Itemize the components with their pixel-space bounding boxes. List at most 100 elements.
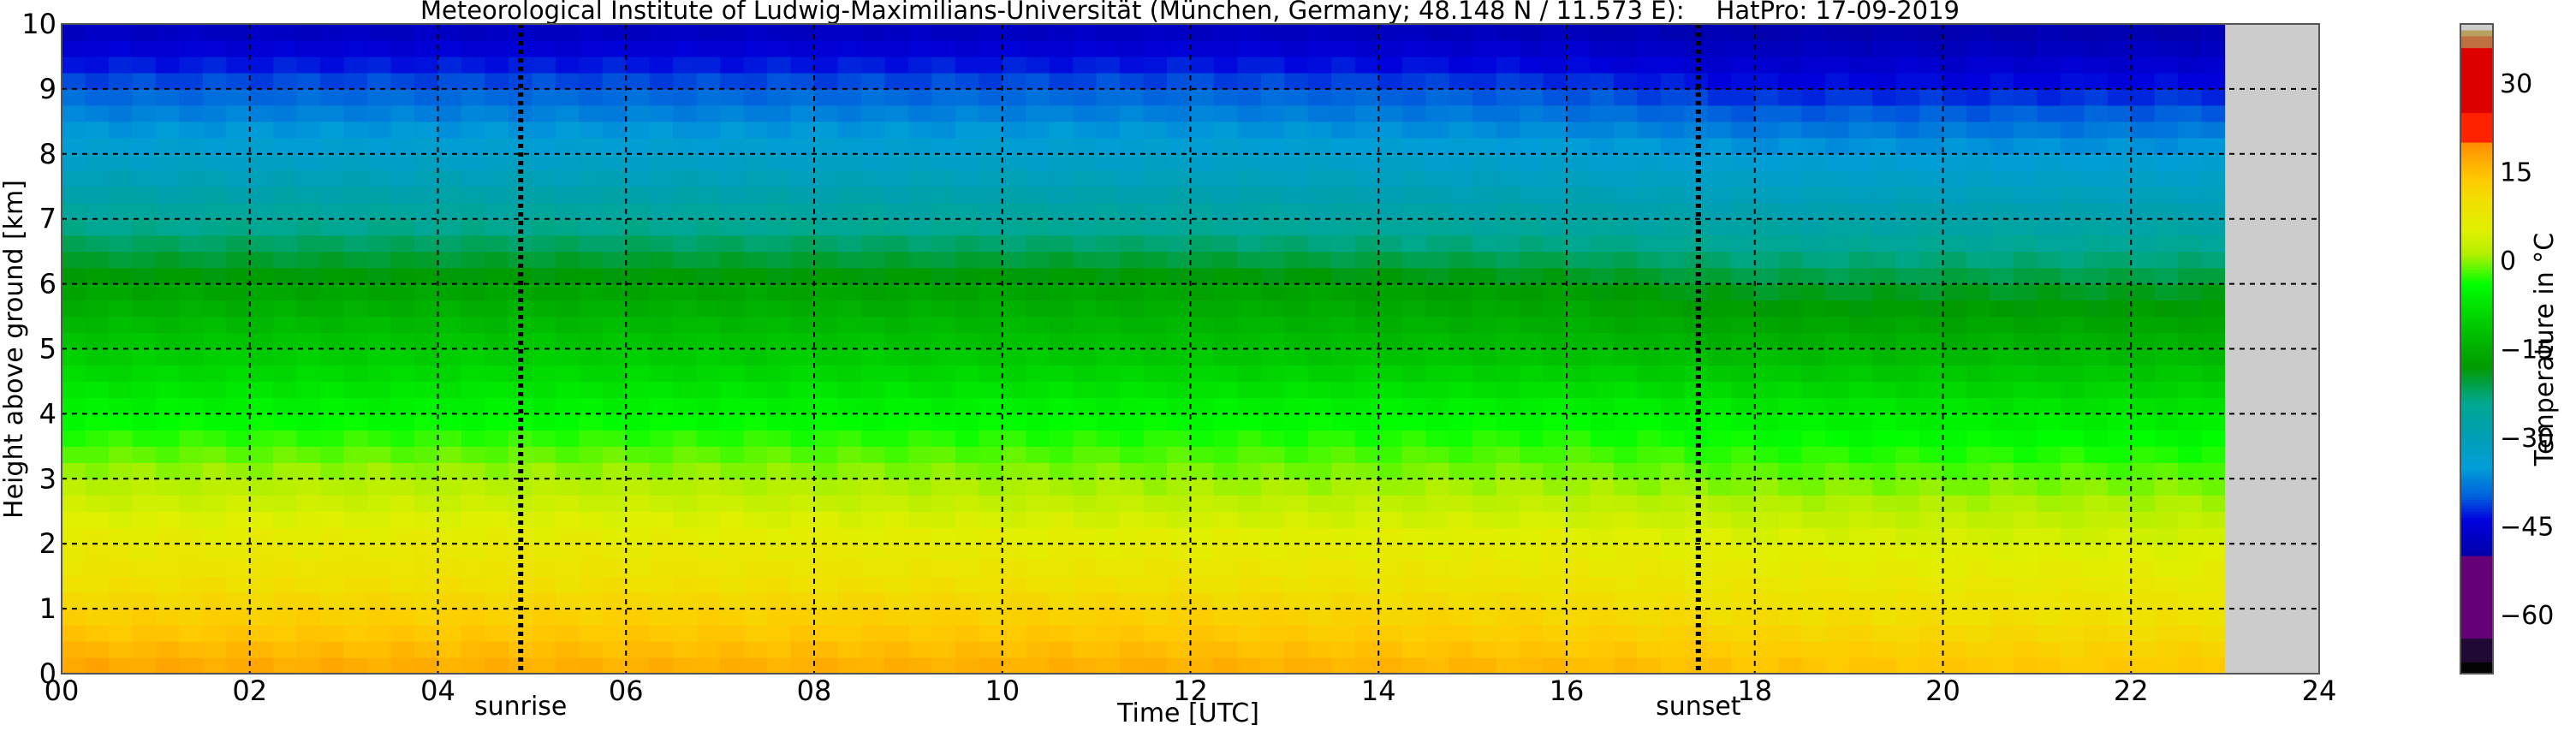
heatmap-cell bbox=[979, 88, 1003, 106]
heatmap-cell bbox=[1449, 137, 1473, 155]
heatmap-cell bbox=[1190, 56, 1215, 74]
colorbar-segment bbox=[2460, 428, 2493, 432]
heatmap-cell bbox=[2084, 186, 2109, 204]
heatmap-cell bbox=[720, 397, 745, 414]
heatmap-cell bbox=[720, 609, 745, 626]
heatmap-cell bbox=[1590, 397, 1615, 414]
heatmap-cell bbox=[2037, 544, 2061, 561]
heatmap-cell bbox=[1190, 560, 1215, 577]
heatmap-cell bbox=[1120, 462, 1145, 479]
heatmap-cell bbox=[1002, 609, 1026, 626]
heatmap-cell bbox=[1990, 56, 2014, 74]
heatmap-cell bbox=[1073, 24, 1098, 41]
heatmap-cell bbox=[1213, 609, 1239, 626]
heatmap-cell bbox=[555, 121, 580, 139]
heatmap-cell bbox=[1825, 332, 1850, 350]
heatmap-cell bbox=[1543, 88, 1568, 106]
heatmap-cell bbox=[1472, 56, 1497, 74]
heatmap-cell bbox=[602, 24, 627, 41]
heatmap-cell bbox=[1331, 544, 1356, 561]
heatmap-cell bbox=[814, 39, 839, 57]
heatmap-cell bbox=[696, 24, 721, 41]
heatmap-cell bbox=[1801, 251, 1826, 269]
heatmap-cell bbox=[1848, 641, 1873, 658]
heatmap-cell bbox=[390, 625, 415, 642]
heatmap-cell bbox=[1143, 544, 1168, 561]
heatmap-cell bbox=[62, 576, 86, 593]
heatmap-cell bbox=[2060, 381, 2085, 399]
heatmap-cell bbox=[1590, 202, 1615, 220]
heatmap-cell bbox=[1213, 153, 1239, 171]
heatmap-cell bbox=[108, 430, 134, 447]
heatmap-cell bbox=[1190, 300, 1215, 318]
heatmap-cell bbox=[837, 397, 862, 414]
heatmap-cell bbox=[1848, 625, 1873, 642]
heatmap-cell bbox=[202, 446, 227, 463]
colorbar-segment bbox=[2460, 658, 2493, 663]
heatmap-cell bbox=[1190, 235, 1215, 253]
colorbar-segment bbox=[2460, 401, 2493, 406]
heatmap-cell bbox=[1049, 527, 1074, 544]
heatmap-cell bbox=[1354, 511, 1379, 528]
heatmap-cell bbox=[1496, 413, 1520, 431]
heatmap-cell bbox=[1990, 348, 2014, 366]
heatmap-cell bbox=[343, 641, 368, 658]
heatmap-cell bbox=[390, 397, 415, 414]
heatmap-cell bbox=[602, 169, 627, 187]
heatmap-cell bbox=[108, 478, 134, 496]
heatmap-cell bbox=[1472, 332, 1497, 350]
heatmap-cell bbox=[390, 235, 415, 253]
heatmap-cell bbox=[884, 641, 909, 658]
heatmap-cell bbox=[249, 218, 274, 236]
heatmap-cell bbox=[1143, 316, 1168, 334]
heatmap-cell bbox=[579, 592, 604, 609]
heatmap-cell bbox=[2178, 446, 2203, 463]
heatmap-cell bbox=[390, 56, 415, 74]
heatmap-cell bbox=[179, 316, 204, 334]
heatmap-cell bbox=[1284, 24, 1309, 41]
heatmap-cell bbox=[626, 625, 651, 642]
heatmap-cell bbox=[2154, 365, 2179, 383]
heatmap-cell bbox=[1073, 218, 1098, 236]
heatmap-cell bbox=[1425, 121, 1450, 139]
heatmap-cell bbox=[2037, 72, 2061, 90]
heatmap-cell bbox=[1590, 24, 1615, 41]
heatmap-cell bbox=[2178, 235, 2203, 253]
colorbar-segment bbox=[2460, 517, 2493, 521]
heatmap-cell bbox=[1895, 56, 1920, 74]
heatmap-cell bbox=[1354, 544, 1379, 561]
heatmap-cell bbox=[1637, 186, 1662, 204]
heatmap-cell bbox=[1002, 544, 1026, 561]
heatmap-cell bbox=[1073, 169, 1098, 187]
heatmap-cell bbox=[555, 511, 580, 528]
heatmap-cell bbox=[955, 88, 979, 106]
heatmap-cell bbox=[108, 446, 134, 463]
heatmap-cell bbox=[555, 218, 580, 236]
heatmap-cell bbox=[2178, 169, 2203, 187]
heatmap-cell bbox=[1167, 153, 1192, 171]
heatmap-cell bbox=[1120, 641, 1145, 658]
heatmap-cell bbox=[414, 153, 439, 171]
heatmap-cell bbox=[1331, 348, 1356, 366]
heatmap-cell bbox=[1002, 186, 1026, 204]
heatmap-cell bbox=[649, 544, 674, 561]
heatmap-cell bbox=[1213, 495, 1239, 512]
heatmap-cell bbox=[1260, 267, 1285, 285]
heatmap-cell bbox=[1284, 121, 1309, 139]
heatmap-cell bbox=[673, 560, 698, 577]
heatmap-cell bbox=[2107, 39, 2132, 57]
heatmap-cell bbox=[649, 267, 674, 285]
heatmap-cell bbox=[2154, 283, 2179, 301]
heatmap-cell bbox=[1895, 511, 1920, 528]
heatmap-cell bbox=[1966, 332, 1991, 350]
heatmap-cell bbox=[1120, 137, 1145, 155]
heatmap-cell bbox=[414, 218, 439, 236]
heatmap-cell bbox=[720, 348, 745, 366]
heatmap-cell bbox=[1825, 495, 1850, 512]
heatmap-cell bbox=[1567, 641, 1591, 658]
heatmap-cell bbox=[1143, 56, 1168, 74]
heatmap-cell bbox=[555, 609, 580, 626]
heatmap-cell bbox=[1707, 88, 1732, 106]
heatmap-cell bbox=[485, 560, 509, 577]
heatmap-cell bbox=[979, 39, 1003, 57]
